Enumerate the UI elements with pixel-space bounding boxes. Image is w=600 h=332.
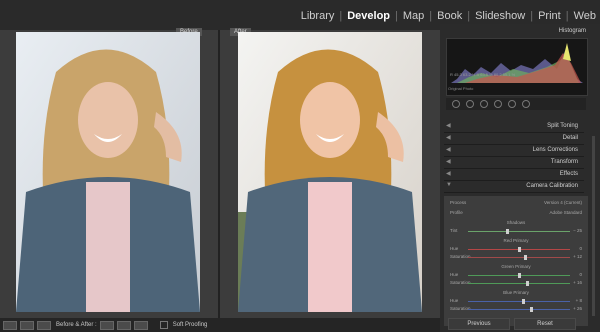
slider-knob[interactable] bbox=[522, 299, 525, 304]
soft-proofing-checkbox[interactable] bbox=[159, 321, 168, 329]
green-saturation-slider[interactable] bbox=[468, 281, 570, 286]
blue-hue-row: Hue + 8 bbox=[450, 298, 582, 304]
collapse-arrow-icon: ◀ bbox=[446, 159, 451, 165]
green-saturation-value: + 16 bbox=[573, 280, 582, 285]
module-picker: Library | Develop | Map | Book | Slideshow | … bbox=[297, 10, 600, 22]
profile-row[interactable]: Profile Adobe Standard bbox=[450, 210, 582, 215]
slider-knob[interactable] bbox=[526, 281, 529, 286]
histogram-readout: R 45.3 63.2 % B 63.5 % 80.2 55.1 % bbox=[450, 72, 516, 77]
red-saturation-value: + 12 bbox=[573, 254, 582, 259]
slider-knob[interactable] bbox=[506, 229, 509, 234]
after-image bbox=[238, 32, 422, 312]
reset-button[interactable]: Reset bbox=[514, 318, 576, 330]
compare-divider bbox=[218, 30, 220, 318]
soft-proofing-label: Soft Proofing bbox=[172, 322, 208, 328]
graduated-filter-icon[interactable] bbox=[494, 100, 502, 108]
module-print[interactable]: Print bbox=[534, 10, 565, 22]
module-map[interactable]: Map bbox=[399, 10, 428, 22]
green-hue-row: Hue 0 bbox=[450, 272, 582, 278]
module-web[interactable]: Web bbox=[570, 10, 600, 22]
red-primary-title: Red Primary bbox=[503, 238, 529, 243]
brush-icon[interactable] bbox=[522, 100, 530, 108]
loupe-view-button[interactable] bbox=[3, 320, 17, 330]
after-photo[interactable] bbox=[238, 32, 422, 312]
red-eye-icon[interactable] bbox=[480, 100, 488, 108]
process-value: Version 4 (Current) bbox=[543, 200, 582, 205]
slider-knob[interactable] bbox=[518, 247, 521, 252]
green-hue-slider[interactable] bbox=[468, 273, 570, 278]
panel-scrollbar[interactable] bbox=[592, 136, 595, 316]
green-saturation-row: Saturation + 16 bbox=[450, 280, 582, 286]
before-after-label: Before & After : bbox=[56, 322, 97, 328]
slider-knob[interactable] bbox=[524, 255, 527, 260]
blue-saturation-value: + 26 bbox=[573, 306, 582, 311]
shadows-tint-slider[interactable] bbox=[468, 229, 570, 234]
section-camera-calibration[interactable]: ▼ Camera Calibration bbox=[444, 180, 584, 193]
blue-saturation-slider[interactable] bbox=[468, 307, 570, 312]
camera-calibration-panel: Process Version 4 (Current) Profile Adob… bbox=[444, 196, 588, 326]
slider-knob[interactable] bbox=[518, 273, 521, 278]
profile-label: Profile bbox=[450, 210, 463, 215]
shadows-tint-value: − 25 bbox=[573, 228, 582, 233]
blue-hue-value: + 8 bbox=[575, 298, 582, 303]
spot-removal-icon[interactable] bbox=[466, 100, 474, 108]
bottom-toolbar: Before & After : Soft Proofing bbox=[0, 318, 440, 332]
module-library[interactable]: Library bbox=[297, 10, 339, 22]
swap-settings-button[interactable] bbox=[133, 320, 148, 330]
shadows-tint-label: Tint bbox=[450, 228, 458, 233]
previous-button[interactable]: Previous bbox=[448, 318, 510, 330]
blue-hue-slider[interactable] bbox=[468, 299, 570, 304]
radial-filter-icon[interactable] bbox=[508, 100, 516, 108]
red-hue-row: Hue 0 bbox=[450, 246, 582, 252]
red-saturation-row: Saturation + 12 bbox=[450, 254, 582, 260]
collapse-arrow-icon: ◀ bbox=[446, 123, 451, 129]
before-image bbox=[16, 32, 200, 312]
blue-hue-label: Hue bbox=[450, 298, 459, 303]
copy-before-settings-button[interactable] bbox=[99, 320, 114, 330]
crop-icon[interactable] bbox=[452, 100, 460, 108]
original-photo-label: Original Photo bbox=[448, 86, 474, 91]
profile-value: Adobe Standard bbox=[549, 210, 582, 215]
process-row[interactable]: Process Version 4 (Current) bbox=[450, 200, 582, 205]
tool-strip bbox=[446, 98, 586, 110]
red-hue-slider[interactable] bbox=[468, 247, 570, 252]
slider-knob[interactable] bbox=[530, 307, 533, 312]
collapse-arrow-icon: ◀ bbox=[446, 147, 451, 153]
green-primary-title: Green Primary bbox=[501, 264, 531, 269]
expand-arrow-icon: ▼ bbox=[446, 182, 452, 188]
copy-after-settings-button[interactable] bbox=[116, 320, 131, 330]
histogram-title: Histogram bbox=[558, 28, 586, 34]
collapse-arrow-icon: ◀ bbox=[446, 135, 451, 141]
red-saturation-slider[interactable] bbox=[468, 255, 570, 260]
red-hue-value: 0 bbox=[579, 246, 582, 251]
collapse-arrow-icon: ◀ bbox=[446, 171, 451, 177]
red-hue-label: Hue bbox=[450, 246, 459, 251]
before-photo[interactable] bbox=[16, 32, 200, 312]
module-develop[interactable]: Develop bbox=[343, 10, 394, 22]
right-panel: Histogram R 45.3 63.2 % B 63.5 % 80.2 55… bbox=[440, 24, 600, 332]
blue-saturation-row: Saturation + 26 bbox=[450, 306, 582, 312]
green-hue-value: 0 bbox=[579, 272, 582, 277]
shadows-tint-row: Tint − 25 bbox=[450, 228, 582, 234]
green-hue-label: Hue bbox=[450, 272, 459, 277]
module-book[interactable]: Book bbox=[433, 10, 466, 22]
module-slideshow[interactable]: Slideshow bbox=[471, 10, 529, 22]
compare-view-button[interactable] bbox=[20, 320, 34, 330]
survey-view-button[interactable] bbox=[37, 320, 51, 330]
shadows-title: Shadows bbox=[506, 220, 526, 225]
process-label: Process bbox=[450, 200, 467, 205]
blue-primary-title: Blue Primary bbox=[503, 290, 529, 295]
